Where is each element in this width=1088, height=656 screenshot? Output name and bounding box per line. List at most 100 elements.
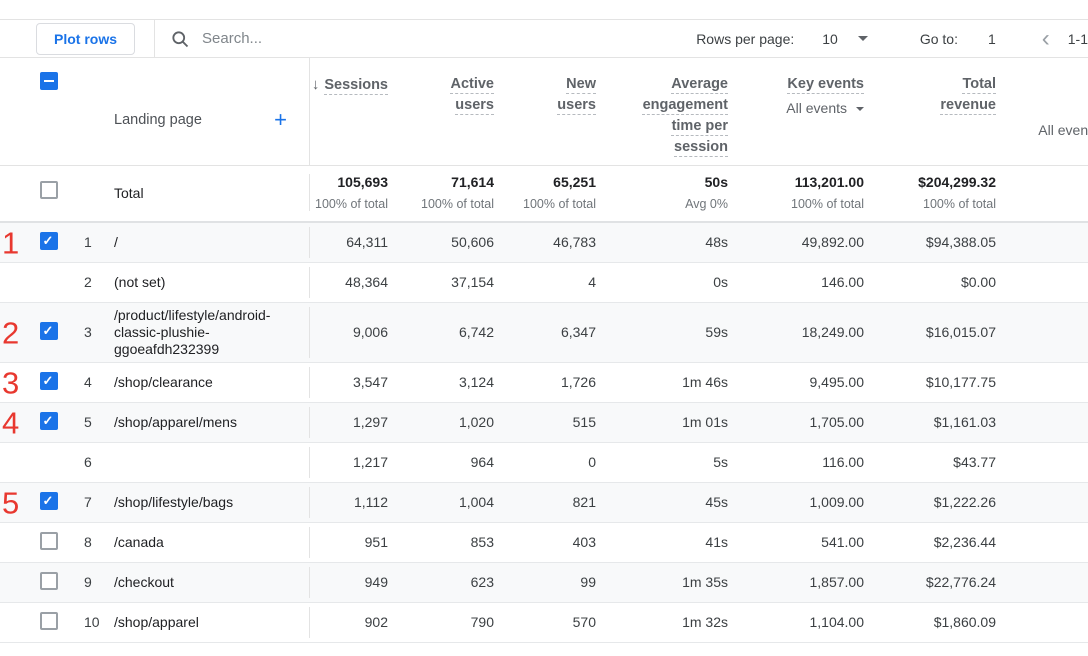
landing-page-cell xyxy=(114,447,310,478)
caret-down-icon xyxy=(856,107,864,111)
metric-cell: 0 xyxy=(506,454,608,471)
metric-cell: 1,009.00 xyxy=(740,494,876,511)
rows-per-page-value[interactable]: 10 xyxy=(822,31,838,47)
totals-avg-engagement: 50sAvg 0% xyxy=(608,174,740,211)
metric-cell: 1,705.00 xyxy=(740,414,876,431)
row-checkbox[interactable] xyxy=(40,232,58,250)
pagination-controls: Rows per page: 10 Go to: 1 ‹ 1-1 xyxy=(696,29,1088,49)
row-checkbox-cell: 3 xyxy=(0,372,84,394)
plot-annotation-number: 4 xyxy=(2,407,19,438)
table-row: 9 /checkout 949 623 99 1m 35s 1,857.00 $… xyxy=(0,563,1088,603)
table-row: 4 5 /shop/apparel/mens 1,297 1,020 515 1… xyxy=(0,403,1088,443)
table-row: 6 1,217 964 0 5s 116.00 $43.77 xyxy=(0,443,1088,483)
row-checkbox[interactable] xyxy=(40,612,58,630)
metric-cell: 403 xyxy=(506,534,608,551)
row-checkbox[interactable] xyxy=(40,372,58,390)
row-checkbox-cell: 1 xyxy=(0,232,84,254)
row-checkbox-cell xyxy=(0,452,84,474)
cutoff-events-filter[interactable]: All events xyxy=(1008,120,1088,141)
add-column-icon[interactable]: + xyxy=(274,110,287,130)
metric-cell: 902 xyxy=(310,614,400,631)
totals-checkbox[interactable] xyxy=(40,181,58,199)
landing-page-cell: /shop/lifestyle/bags xyxy=(114,487,310,518)
plot-rows-button[interactable]: Plot rows xyxy=(36,23,135,55)
column-header-total-revenue[interactable]: Total revenue xyxy=(876,58,1008,116)
select-all-checkbox[interactable] xyxy=(40,72,58,90)
metric-cell: 570 xyxy=(506,614,608,631)
row-checkbox-cell: 5 xyxy=(0,492,84,514)
plot-annotation-number: 1 xyxy=(2,227,19,258)
metric-cell: 0s xyxy=(608,274,740,291)
metric-cell: 146.00 xyxy=(740,274,876,291)
row-checkbox[interactable] xyxy=(40,572,58,590)
metric-cell: 37,154 xyxy=(400,274,506,291)
metric-cell: 1,297 xyxy=(310,414,400,431)
row-checkbox-cell xyxy=(0,272,84,294)
metric-cell: 1m 01s xyxy=(608,414,740,431)
row-checkbox-cell xyxy=(0,572,84,594)
metric-cell: 951 xyxy=(310,534,400,551)
metric-cell: 9,006 xyxy=(310,324,400,341)
rows-per-page-label: Rows per page: xyxy=(696,31,794,47)
row-number: 4 xyxy=(84,374,114,391)
column-header-sessions[interactable]: ↓Sessions xyxy=(310,58,400,96)
search-field[interactable] xyxy=(170,29,382,49)
dimension-header-cell: Landing page + xyxy=(114,58,310,165)
landing-page-cell: /shop/clearance xyxy=(114,367,310,398)
landing-page-text: /shop/apparel/mens xyxy=(114,414,237,431)
table-row: 2 3 /product/lifestyle/android-classic-p… xyxy=(0,303,1088,363)
metric-cell: 964 xyxy=(400,454,506,471)
key-events-filter[interactable]: All events xyxy=(740,98,864,119)
dimension-header-label[interactable]: Landing page xyxy=(114,112,202,128)
totals-active-users: 71,614100% of total xyxy=(400,174,506,211)
row-checkbox[interactable] xyxy=(40,492,58,510)
metric-cell: 45s xyxy=(608,494,740,511)
landing-page-text: / xyxy=(114,234,118,251)
row-number: 3 xyxy=(84,324,114,341)
metric-cell: 5s xyxy=(608,454,740,471)
metric-cell: 59s xyxy=(608,324,740,341)
metric-cell: $1,222.26 xyxy=(876,494,1008,511)
metric-cell: 49,892.00 xyxy=(740,234,876,251)
column-header-cutoff[interactable]: All events xyxy=(1008,58,1088,141)
metric-cell: 1,104.00 xyxy=(740,614,876,631)
column-header-avg-engagement[interactable]: Average engagement time per session xyxy=(608,58,740,158)
totals-new-users: 65,251100% of total xyxy=(506,174,608,211)
metric-cell: 6,742 xyxy=(400,324,506,341)
metric-cell: $10,177.75 xyxy=(876,374,1008,391)
metric-cell: 48,364 xyxy=(310,274,400,291)
metric-cell: 41s xyxy=(608,534,740,551)
caret-down-icon[interactable] xyxy=(858,36,868,41)
row-checkbox[interactable] xyxy=(40,532,58,550)
totals-label-cell: Total xyxy=(114,174,310,211)
go-to-label: Go to: xyxy=(920,31,958,47)
row-checkbox[interactable] xyxy=(40,412,58,430)
column-header-active-users[interactable]: Active users xyxy=(400,58,506,116)
search-input[interactable] xyxy=(202,30,382,47)
table-row: 10 /shop/apparel 902 790 570 1m 32s 1,10… xyxy=(0,603,1088,643)
row-checkbox-cell: 2 xyxy=(0,322,84,344)
column-header-key-events[interactable]: Key events All events xyxy=(740,58,876,119)
metric-cell: 3,547 xyxy=(310,374,400,391)
plot-annotation-number: 2 xyxy=(2,317,19,348)
metric-cell: 9,495.00 xyxy=(740,374,876,391)
previous-page-icon[interactable]: ‹ xyxy=(1042,29,1050,49)
landing-page-text: /checkout xyxy=(114,574,174,591)
analytics-table-page: Plot rows Rows per page: 10 Go to: 1 ‹ 1… xyxy=(0,0,1088,656)
table-row: 1 1 / 64,311 50,606 46,783 48s 49,892.00… xyxy=(0,223,1088,263)
metric-cell: 790 xyxy=(400,614,506,631)
metric-cell: 949 xyxy=(310,574,400,591)
go-to-input[interactable]: 1 xyxy=(988,31,996,47)
metric-cell: 623 xyxy=(400,574,506,591)
metric-cell: 46,783 xyxy=(506,234,608,251)
metric-cell: $22,776.24 xyxy=(876,574,1008,591)
metric-cell: 1m 35s xyxy=(608,574,740,591)
row-number: 2 xyxy=(84,274,114,291)
metric-cell: 18,249.00 xyxy=(740,324,876,341)
table-toolbar: Plot rows Rows per page: 10 Go to: 1 ‹ 1… xyxy=(0,19,1088,58)
column-header-new-users[interactable]: New users xyxy=(506,58,608,116)
metric-cell: $0.00 xyxy=(876,274,1008,291)
table-row: 2 (not set) 48,364 37,154 4 0s 146.00 $0… xyxy=(0,263,1088,303)
row-checkbox[interactable] xyxy=(40,322,58,340)
metric-cell: 6,347 xyxy=(506,324,608,341)
